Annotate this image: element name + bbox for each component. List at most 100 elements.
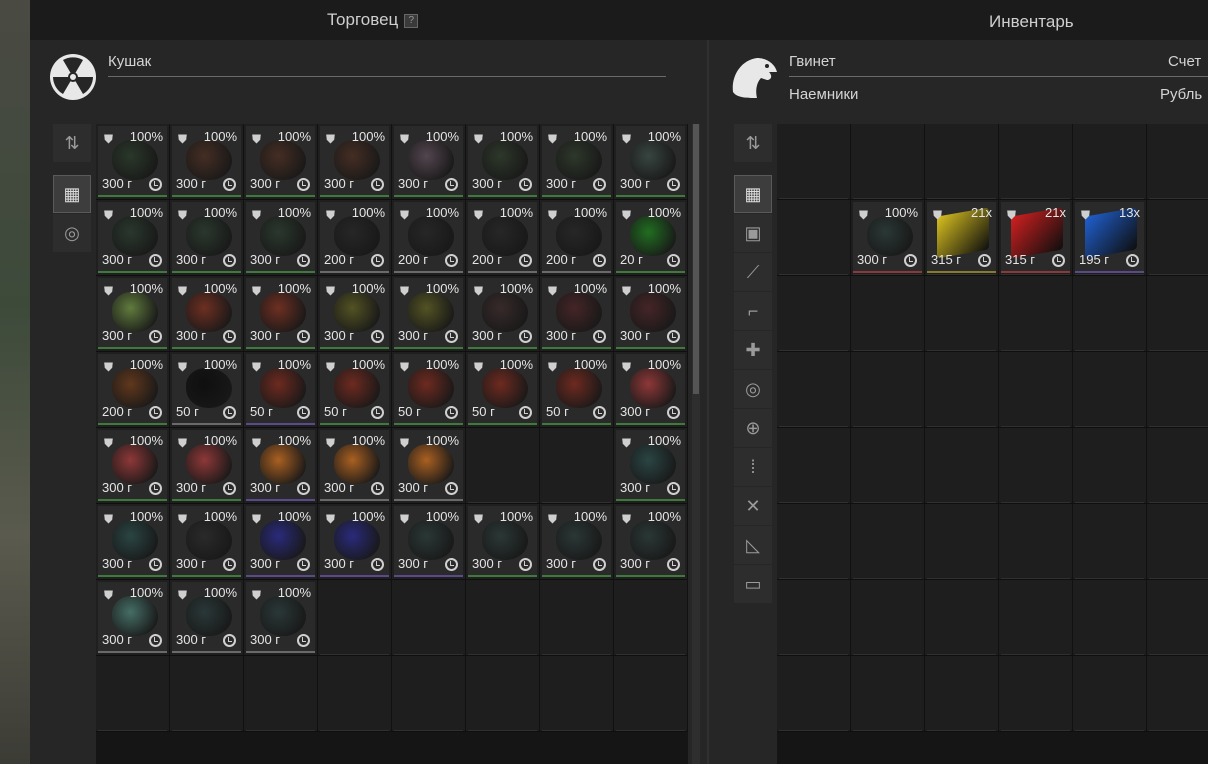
grid-cell[interactable] [392,580,466,656]
grid-cell[interactable]: ⛊ 100% 300 г [96,428,170,504]
grid-cell[interactable] [540,656,614,732]
item-slot[interactable]: ⛊ 100% 300 г [98,126,167,197]
grid-cell[interactable]: ⛊ 100% 300 г [540,276,614,352]
grid-cell[interactable] [999,656,1073,732]
grid-cell[interactable]: ⛊ 100% 300 г [170,428,244,504]
grid-cell[interactable] [466,580,540,656]
grid-cell[interactable]: ⛊ 100% 300 г [244,200,318,276]
item-slot[interactable]: ⛊ 100% 20 г [616,202,685,273]
grid-cell[interactable] [777,428,851,504]
item-slot[interactable]: ⛊ 100% 300 г [616,354,685,425]
grid-cell[interactable] [1147,200,1208,276]
help-button[interactable]: ? [404,13,419,28]
item-slot[interactable]: ⛊ 100% 300 г [246,278,315,349]
item-slot[interactable]: ⛊ 100% 300 г [468,126,537,197]
grid-cell[interactable] [1147,428,1208,504]
item-slot[interactable]: ⛊ 100% 300 г [98,278,167,349]
grid-cell[interactable]: ⛊ 100% 300 г [244,124,318,200]
grid-cell[interactable]: ⛊ 100% 300 г [318,276,392,352]
grid-cell[interactable]: ⛊ 100% 300 г [96,504,170,580]
grid-cell[interactable]: ⛊ 100% 300 г [540,124,614,200]
item-slot[interactable]: ⛊ 100% 300 г [172,126,241,197]
item-slot[interactable]: ⛊ 100% 300 г [616,126,685,197]
grid-cell[interactable]: ⛊ 100% 300 г [170,504,244,580]
item-slot[interactable]: ⛊ 100% 300 г [246,126,315,197]
item-slot[interactable]: ⛊ 100% 300 г [394,278,463,349]
grid-cell[interactable]: ⛊ 100% 200 г [540,200,614,276]
grid-cell[interactable] [1073,124,1147,200]
grid-cell[interactable] [1147,504,1208,580]
grid-cell[interactable] [1147,580,1208,656]
grid-cell[interactable] [96,656,170,732]
item-slot[interactable]: ⛊ 100% 300 г [320,506,389,577]
item-slot[interactable]: ⛊ 100% 300 г [172,430,241,501]
sort-icon[interactable]: ⇅ [734,124,772,162]
grid-cell[interactable]: ⛊ 100% 300 г [96,124,170,200]
item-slot[interactable]: ⛊ 100% 300 г [616,278,685,349]
ammo-icon[interactable]: ⁞ [734,448,772,486]
grid-cell[interactable]: ⛊ 100% 300 г [244,580,318,656]
grid-cell[interactable]: ⛊ 100% 300 г [318,428,392,504]
grid-cell[interactable] [1147,276,1208,352]
item-slot[interactable]: ⛊ 100% 200 г [468,202,537,273]
grid-cell[interactable] [777,276,851,352]
item-slot[interactable]: ⛊ 100% 300 г [246,582,315,653]
grid-cell[interactable]: ⛊ 100% 300 г [851,200,925,276]
trader-scrollbar[interactable] [692,124,700,764]
grid-cell[interactable] [777,124,851,200]
grid-cell[interactable] [777,656,851,732]
grid-cell[interactable] [999,276,1073,352]
item-slot[interactable]: ⛊ 100% 50 г [468,354,537,425]
grid-cell[interactable] [925,428,999,504]
item-slot[interactable]: ⛊ 100% 300 г [320,126,389,197]
grid-cell[interactable] [392,656,466,732]
grid-cell[interactable]: ⛊ 100% 300 г [466,504,540,580]
grid-cell[interactable] [466,656,540,732]
box-icon[interactable]: ▭ [734,565,772,603]
grid-cell[interactable] [851,504,925,580]
item-slot[interactable]: ⛊ 100% 200 г [542,202,611,273]
grid-cell[interactable] [777,504,851,580]
item-slot[interactable]: ⛊ 100% 50 г [320,354,389,425]
grid-cell[interactable] [851,352,925,428]
grid-cell[interactable] [925,580,999,656]
grid-cell[interactable]: ⛊ 100% 300 г [614,124,688,200]
grid-cell[interactable] [851,124,925,200]
item-slot[interactable]: ⛊ 100% 300 г [98,202,167,273]
item-slot[interactable]: ⛊ 100% 300 г [246,202,315,273]
grenade-icon[interactable]: ✚ [734,331,772,369]
grid-cell[interactable]: ⛊ 100% 300 г [244,276,318,352]
item-slot[interactable]: ⛊ 100% 300 г [172,506,241,577]
grid-cell[interactable] [540,428,614,504]
grid-cell[interactable] [851,428,925,504]
grid-cell[interactable]: ⛊ 100% 200 г [392,200,466,276]
ruler-icon[interactable]: ◺ [734,526,772,564]
item-slot[interactable]: ⛊ 100% 300 г [98,582,167,653]
grid-cell[interactable]: ⛊ 100% 300 г [392,124,466,200]
grid-cell[interactable] [777,580,851,656]
medkit-icon[interactable]: ⊕ [734,409,772,447]
grid-cell[interactable] [1147,124,1208,200]
grid-cell[interactable]: ⛊ 100% 300 г [170,276,244,352]
item-slot[interactable]: ⛊ 100% 300 г [394,506,463,577]
grid-cell[interactable] [1147,352,1208,428]
artifact-icon[interactable]: ◎ [734,370,772,408]
grid-cell[interactable]: ⛊ 100% 300 г [170,580,244,656]
grid-cell[interactable] [925,276,999,352]
item-slot[interactable]: ⛊ 100% 200 г [98,354,167,425]
grid-cell[interactable]: ⛊ 100% 300 г [318,124,392,200]
grid-cell[interactable] [1073,504,1147,580]
item-slot[interactable]: ⛊ 100% 300 г [98,430,167,501]
grid-cell[interactable] [466,428,540,504]
item-slot[interactable]: ⛊ 100% 300 г [468,506,537,577]
grid-cell[interactable] [999,504,1073,580]
grid-cell[interactable] [925,504,999,580]
grid-cell[interactable]: ⛊ 21x 315 г [925,200,999,276]
item-slot[interactable]: ⛊ 100% 300 г [542,506,611,577]
grid-cell[interactable]: ⛊ 100% 200 г [318,200,392,276]
armor-icon[interactable]: ▣ [734,214,772,252]
grid-cell[interactable]: ⛊ 100% 50 г [392,352,466,428]
item-slot[interactable]: ⛊ 100% 300 г [320,278,389,349]
grid-cell[interactable] [318,656,392,732]
grid-cell[interactable] [851,580,925,656]
